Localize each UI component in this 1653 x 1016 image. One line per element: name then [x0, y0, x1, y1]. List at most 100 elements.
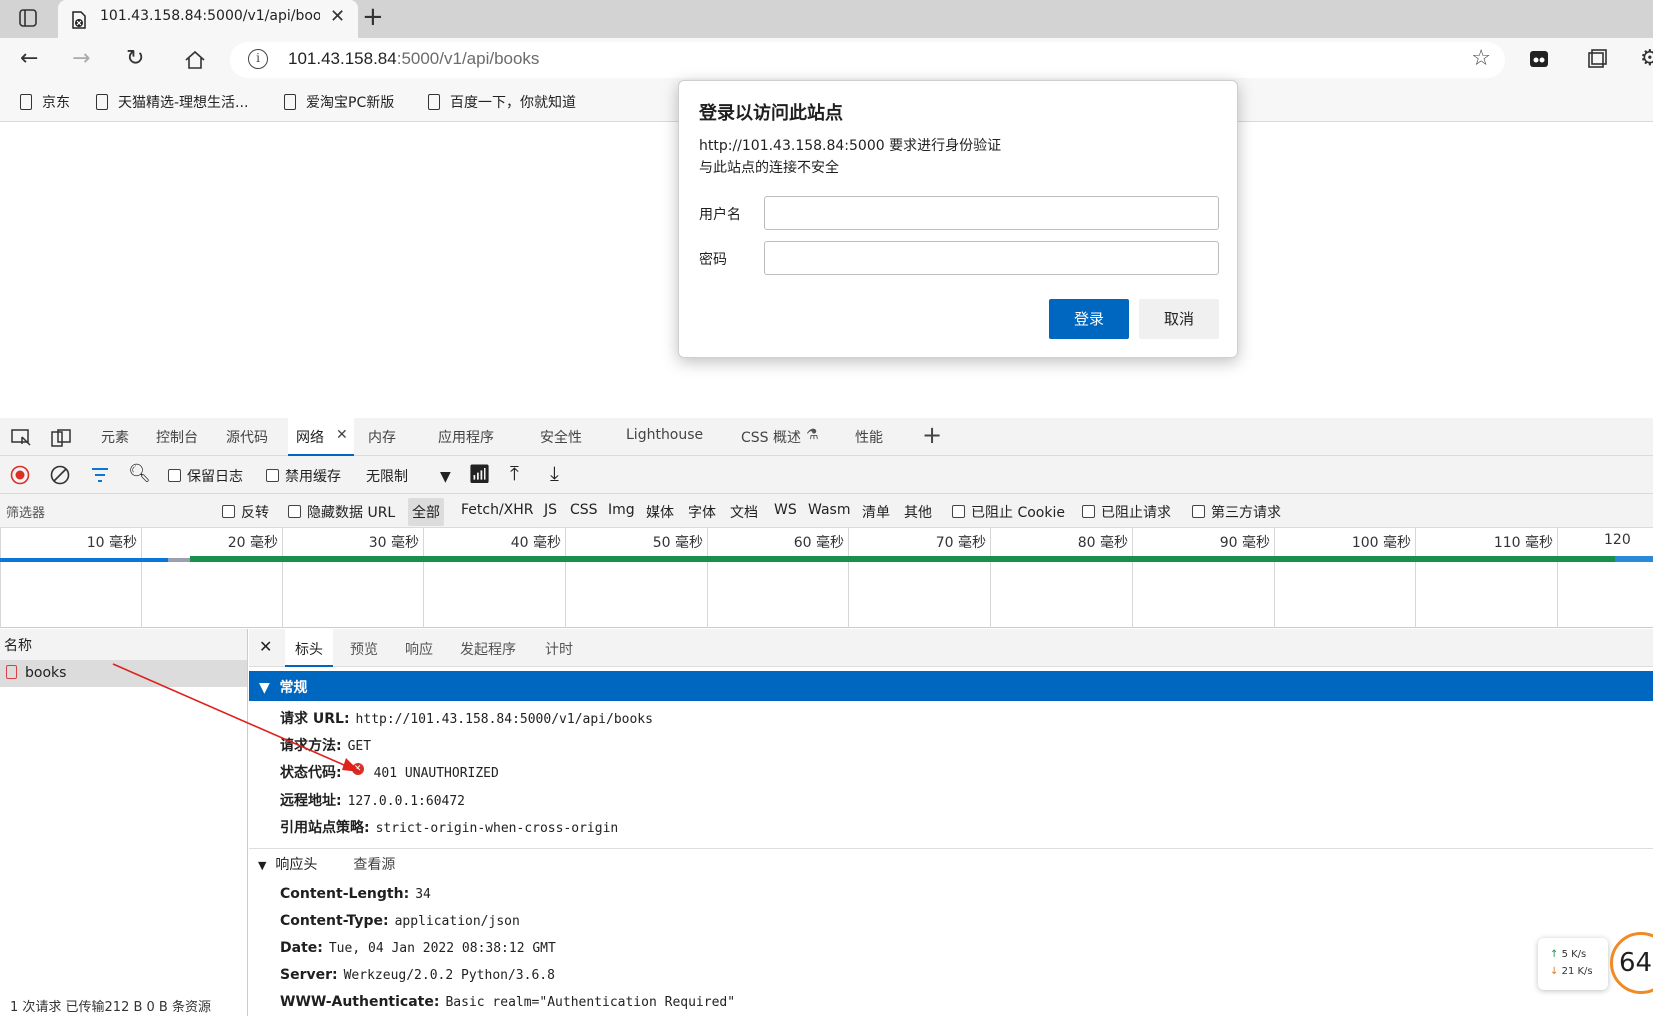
download-arrow-icon: ↓	[1550, 966, 1559, 977]
timeline-tick: 60 毫秒	[707, 528, 848, 628]
tab-response[interactable]: 响应	[405, 639, 433, 659]
settings-icon[interactable]: ⚙	[1640, 46, 1653, 71]
address-bar[interactable]: i 101.43.158.84:5000/v1/api/books ☆	[230, 42, 1505, 78]
response-header-row: Server: Werkzeug/2.0.2 Python/3.6.8	[280, 967, 555, 983]
tab-preview[interactable]: 预览	[350, 639, 378, 659]
login-dialog: 登录以访问此站点 http://101.43.158.84:5000 要求进行身…	[678, 80, 1238, 358]
timeline-tick: 70 毫秒	[848, 528, 990, 628]
navigation-bar: ← → ↻ i 101.43.158.84:5000/v1/api/books …	[0, 38, 1653, 82]
page-icon	[428, 94, 440, 110]
back-icon[interactable]: ←	[20, 46, 38, 71]
preserve-log-checkbox[interactable]: 保留日志	[168, 466, 243, 486]
general-row: 请求 URL: http://101.43.158.84:5000/v1/api/…	[280, 711, 653, 727]
third-party-checkbox[interactable]: 第三方请求	[1192, 502, 1281, 522]
response-headers-section-header[interactable]: ▼ 响应头 查看源	[258, 854, 395, 874]
bookmark-item[interactable]: 京东	[20, 92, 70, 112]
view-source-link[interactable]: 查看源	[353, 857, 395, 873]
forward-icon[interactable]: →	[72, 46, 90, 71]
close-tab-icon[interactable]: ✕	[330, 6, 345, 27]
inspect-element-icon[interactable]	[10, 428, 32, 448]
timeline-tick: 10 毫秒	[0, 528, 141, 628]
section-divider	[249, 848, 1653, 849]
disable-cache-checkbox[interactable]: 禁用缓存	[266, 466, 341, 486]
tab-initiator[interactable]: 发起程序	[460, 639, 516, 659]
timeline-overview[interactable]: 10 毫秒 20 毫秒 30 毫秒 40 毫秒 50 毫秒 60 毫秒 70 毫…	[0, 528, 1653, 628]
tab-strip: 101.43.158.84:5000/v1/api/books ✕ +	[0, 0, 1653, 38]
tab-elements[interactable]: 元素	[101, 427, 129, 447]
tab-lighthouse[interactable]: Lighthouse	[626, 427, 703, 443]
site-info-icon[interactable]: i	[248, 49, 268, 69]
type-filter-css[interactable]: CSS	[570, 502, 598, 518]
address-url[interactable]: 101.43.158.84:5000/v1/api/books	[288, 49, 539, 69]
throttle-select[interactable]: 无限制 ▼	[366, 466, 451, 486]
blocked-requests-checkbox[interactable]: 已阻止请求	[1082, 502, 1171, 522]
tab-application[interactable]: 应用程序	[438, 427, 494, 447]
tab-timing[interactable]: 计时	[545, 639, 573, 659]
timeline-bar-waiting	[190, 556, 1615, 562]
home-icon[interactable]	[184, 50, 206, 70]
tab-network[interactable]: 网络	[296, 427, 324, 447]
hide-data-urls-checkbox[interactable]: 隐藏数据 URL	[288, 502, 395, 522]
type-filter-js[interactable]: JS	[544, 502, 557, 518]
more-tabs-icon[interactable]: +	[922, 421, 942, 449]
type-filter-manifest[interactable]: 清单	[862, 502, 890, 522]
bookmark-item[interactable]: 天猫精选-理想生活...	[96, 92, 248, 112]
reload-icon[interactable]: ↻	[126, 46, 144, 71]
network-conditions-icon[interactable]: 📶︎	[468, 464, 491, 485]
login-button[interactable]: 登录	[1049, 299, 1129, 339]
extension-icon[interactable]	[1528, 48, 1550, 70]
record-stop-icon[interactable]	[10, 465, 30, 485]
tab-headers[interactable]: 标头	[285, 629, 333, 667]
browser-tab[interactable]: 101.43.158.84:5000/v1/api/books ✕	[58, 0, 358, 38]
search-icon[interactable]: 🔍︎	[128, 463, 151, 484]
timeline-tick: 30 毫秒	[282, 528, 423, 628]
import-har-icon[interactable]: ⤒	[510, 461, 519, 485]
general-section-header[interactable]: ▼ 常规	[249, 671, 1653, 701]
expand-triangle-icon: ▼	[259, 680, 270, 696]
type-filter-all[interactable]: 全部	[408, 498, 444, 526]
close-network-tab-icon[interactable]: ✕	[336, 427, 348, 443]
tab-security[interactable]: 安全性	[540, 427, 582, 447]
error-status-icon: ✕	[351, 763, 364, 775]
filter-input[interactable]: 筛选器	[6, 502, 45, 521]
general-row: 引用站点策略: strict-origin-when-cross-origin	[280, 820, 619, 836]
type-filter-doc[interactable]: 文档	[730, 502, 758, 522]
filter-icon[interactable]	[90, 466, 110, 484]
performance-gauge[interactable]: 64	[1610, 932, 1653, 994]
new-tab-icon[interactable]: +	[362, 2, 384, 32]
blocked-cookies-checkbox[interactable]: 已阻止 Cookie	[952, 502, 1065, 522]
type-filter-media[interactable]: 媒体	[646, 502, 674, 522]
type-filter-font[interactable]: 字体	[688, 502, 716, 522]
export-har-icon[interactable]: ⤓	[550, 461, 559, 485]
page-icon	[284, 94, 296, 110]
bookmark-item[interactable]: 爱淘宝PC新版	[284, 92, 394, 112]
username-label: 用户名	[699, 207, 741, 223]
username-field[interactable]	[764, 196, 1219, 230]
window-menu-icon[interactable]	[18, 8, 38, 28]
type-filter-ws[interactable]: WS	[774, 502, 797, 518]
clear-icon[interactable]	[50, 465, 70, 485]
invert-checkbox[interactable]: 反转	[222, 502, 269, 522]
tab-memory[interactable]: 内存	[368, 427, 396, 447]
collections-icon[interactable]	[1586, 48, 1608, 70]
tab-console[interactable]: 控制台	[156, 427, 198, 447]
device-toolbar-icon[interactable]	[50, 428, 72, 448]
type-filter-wasm[interactable]: Wasm	[808, 502, 850, 518]
close-detail-icon[interactable]: ✕	[259, 637, 272, 656]
tab-performance[interactable]: 性能	[855, 427, 883, 447]
bookmark-item[interactable]: 百度一下，你就知道	[428, 92, 576, 112]
password-field[interactable]	[764, 241, 1219, 275]
type-filter-other[interactable]: 其他	[904, 502, 932, 522]
response-header-row: Content-Type: application/json	[280, 913, 520, 929]
experiment-flask-icon: ⚗	[806, 427, 819, 443]
tab-css-overview[interactable]: CSS 概述	[741, 427, 801, 447]
cancel-button[interactable]: 取消	[1139, 299, 1219, 339]
name-column-header[interactable]: 名称	[0, 629, 247, 661]
timeline-tick: 40 毫秒	[423, 528, 565, 628]
tab-sources[interactable]: 源代码	[226, 427, 268, 447]
add-favorite-icon[interactable]: ☆	[1471, 46, 1491, 71]
type-filter-img[interactable]: Img	[608, 502, 635, 518]
page-error-icon	[72, 11, 86, 29]
request-row[interactable]: books	[0, 661, 247, 687]
type-filter-fetch[interactable]: Fetch/XHR	[461, 502, 534, 518]
